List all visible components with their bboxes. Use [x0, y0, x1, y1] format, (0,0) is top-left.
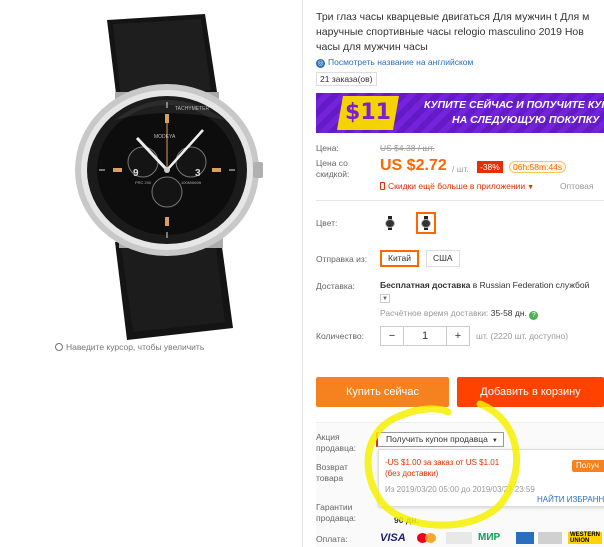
countdown-timer: 06h:58m:44s — [509, 161, 567, 173]
coupon-note: (без доставки) — [385, 469, 439, 478]
per-unit: / шт. — [452, 164, 469, 174]
product-info: Три глаз часы кварцевые двигаться Для му… — [316, 0, 604, 547]
app-discount-text: Скидки ещё больше в приложении — [388, 181, 526, 191]
quantity-increase-button[interactable]: + — [447, 327, 469, 345]
title-line: часы для мужчин часы — [316, 41, 428, 53]
mastercard-circle-orange — [425, 533, 436, 543]
ship-from-usa[interactable]: США — [426, 250, 460, 267]
coupon-popup: -US $1.00 за заказ от US $1.01 (без дост… — [378, 449, 604, 507]
discount-price: US $2.72 — [380, 157, 447, 174]
return-label-line: товара — [316, 473, 344, 483]
zoom-hint-text: Наведите курсор, чтобы увеличить — [66, 342, 205, 352]
banner-amount: $11 — [345, 100, 391, 125]
mir-logo: МИР — [478, 532, 501, 543]
buy-now-button[interactable]: Купить сейчас — [316, 377, 449, 407]
seller-promo-label: Акция продавца: — [316, 432, 356, 454]
mastercard-logo — [417, 532, 439, 544]
divider — [302, 0, 303, 547]
discount-label-line: Цена со — [316, 158, 348, 168]
wu-line: UNION — [570, 538, 590, 544]
estimate-label: Расчётное время доставки: — [380, 308, 489, 318]
delivery-estimate: Расчётное время доставки: 35-58 дн. ? — [380, 308, 539, 320]
divider — [316, 200, 604, 201]
watch-prc-text: PRC 200 — [135, 180, 152, 185]
zoom-hint: Наведите курсор, чтобы увеличить — [55, 342, 204, 352]
phone-icon — [380, 182, 385, 190]
banner-line: КУПИТЕ СЕЙЧАС И ПОЛУЧИТЕ КУПО — [424, 99, 604, 111]
ship-from-china[interactable]: Китай — [380, 250, 419, 267]
delivery-dropdown-icon[interactable]: ▼ — [380, 294, 390, 303]
find-favorites-link[interactable]: НАЙТИ ИЗБРАНН — [537, 495, 604, 504]
guarantee-days: 90 дн. — [394, 515, 419, 525]
payment-logo — [538, 532, 562, 544]
coupon-dates: Из 2019/03/20 05:00 до 2019/03/27 23:59 — [385, 485, 535, 494]
old-price: US $4.38 / шт. — [380, 143, 435, 153]
payment-logo — [446, 532, 472, 544]
delivery-destination-text: в Russian Federation службой — [470, 280, 590, 290]
quantity-stepper: − 1 + — [380, 326, 470, 346]
chevron-down-icon: ▼ — [491, 438, 498, 444]
quantity-input[interactable]: 1 — [403, 327, 447, 345]
chevron-down-icon: ▼ — [527, 184, 535, 191]
get-seller-coupon-button[interactable]: Получить купон продавца ▼ — [376, 432, 504, 447]
quantity-decrease-button[interactable]: − — [381, 327, 403, 345]
color-label: Цвет: — [316, 218, 338, 228]
quantity-available: шт. (2220 шт. доступно) — [476, 331, 569, 341]
svg-text:9: 9 — [133, 168, 139, 179]
estimate-value: 35-58 дн. — [490, 308, 527, 318]
magnifier-icon — [55, 343, 63, 351]
discount-badge: -38% — [477, 161, 503, 173]
visa-logo: VISA — [380, 532, 406, 544]
get-coupon-button[interactable]: Получ — [572, 460, 604, 472]
coupon-button-text: Получить купон продавца — [386, 434, 488, 444]
discount-price-label: Цена со скидкой: — [316, 158, 349, 180]
delivery-info: Бесплатная доставка в Russian Federation… — [380, 280, 589, 290]
quantity-label: Количество: — [316, 331, 365, 341]
banner-line: НА СЛЕДУЮЩУЮ ПОКУПКУ — [452, 114, 600, 126]
promo-banner[interactable]: $11 КУПИТЕ СЕЙЧАС И ПОЛУЧИТЕ КУПО НА СЛЕ… — [316, 93, 604, 133]
coupon-amount: -US $1.00 за заказ от US $1.01 — [385, 458, 500, 467]
return-label: Возврат товара — [316, 462, 348, 484]
help-icon[interactable]: ? — [529, 311, 539, 320]
delivery-label: Доставка: — [316, 281, 355, 291]
guarantee-label-line: продавца: — [316, 513, 357, 523]
western-union-logo: WESTERN UNION — [568, 532, 602, 544]
guarantee-label: Гарантии продавца: — [316, 502, 356, 524]
ship-from-label: Отправка из: — [316, 254, 368, 264]
title-line: наручные спортивные часы relogio masculi… — [316, 26, 584, 38]
watch-depth-text: 100M/660ft — [181, 180, 202, 185]
promo-label-line: продавца: — [316, 443, 357, 453]
free-delivery-text: Бесплатная доставка — [380, 280, 471, 290]
product-image[interactable]: 9 3 MODEYA TACHYMETER PRC 200 100M/660ft — [55, 10, 265, 340]
return-label-line: Возврат — [316, 462, 348, 472]
watch-tachymeter-text: TACHYMETER — [175, 106, 209, 112]
add-to-cart-button[interactable]: Добавить в корзину — [457, 377, 604, 407]
globe-icon: ◎ — [316, 59, 325, 68]
product-title: Три глаз часы кварцевые двигаться Для му… — [316, 10, 604, 55]
banner-amount-badge: $11 — [337, 96, 399, 130]
wholesale-link[interactable]: Оптовая — [560, 181, 594, 191]
promo-label-line: Акция — [316, 432, 340, 442]
guarantee-label-line: Гарантии — [316, 502, 353, 512]
payment-label: Оплата: — [316, 534, 348, 544]
watch-brand-text: MODEYA — [154, 134, 176, 140]
color-option-1[interactable] — [380, 212, 400, 234]
orders-count: 21 заказа(ов) — [316, 72, 377, 86]
payment-logo — [516, 532, 534, 544]
svg-text:3: 3 — [195, 168, 201, 179]
app-discount-link[interactable]: Скидки ещё больше в приложении ▼ — [380, 181, 534, 191]
translate-title-link[interactable]: ◎ Посмотреть название на английском — [316, 57, 473, 68]
banner-text: КУПИТЕ СЕЙЧАС И ПОЛУЧИТЕ КУПО НА СЛЕДУЮЩ… — [424, 98, 604, 128]
price-label: Цена: — [316, 143, 339, 153]
title-line: Три глаз часы кварцевые двигаться Для му… — [316, 11, 590, 23]
discount-label-line: скидкой: — [316, 169, 350, 179]
product-image-area: 9 3 MODEYA TACHYMETER PRC 200 100M/660ft… — [0, 0, 300, 547]
color-option-2[interactable] — [416, 212, 436, 234]
translate-title-text: Посмотреть название на английском — [328, 57, 474, 67]
